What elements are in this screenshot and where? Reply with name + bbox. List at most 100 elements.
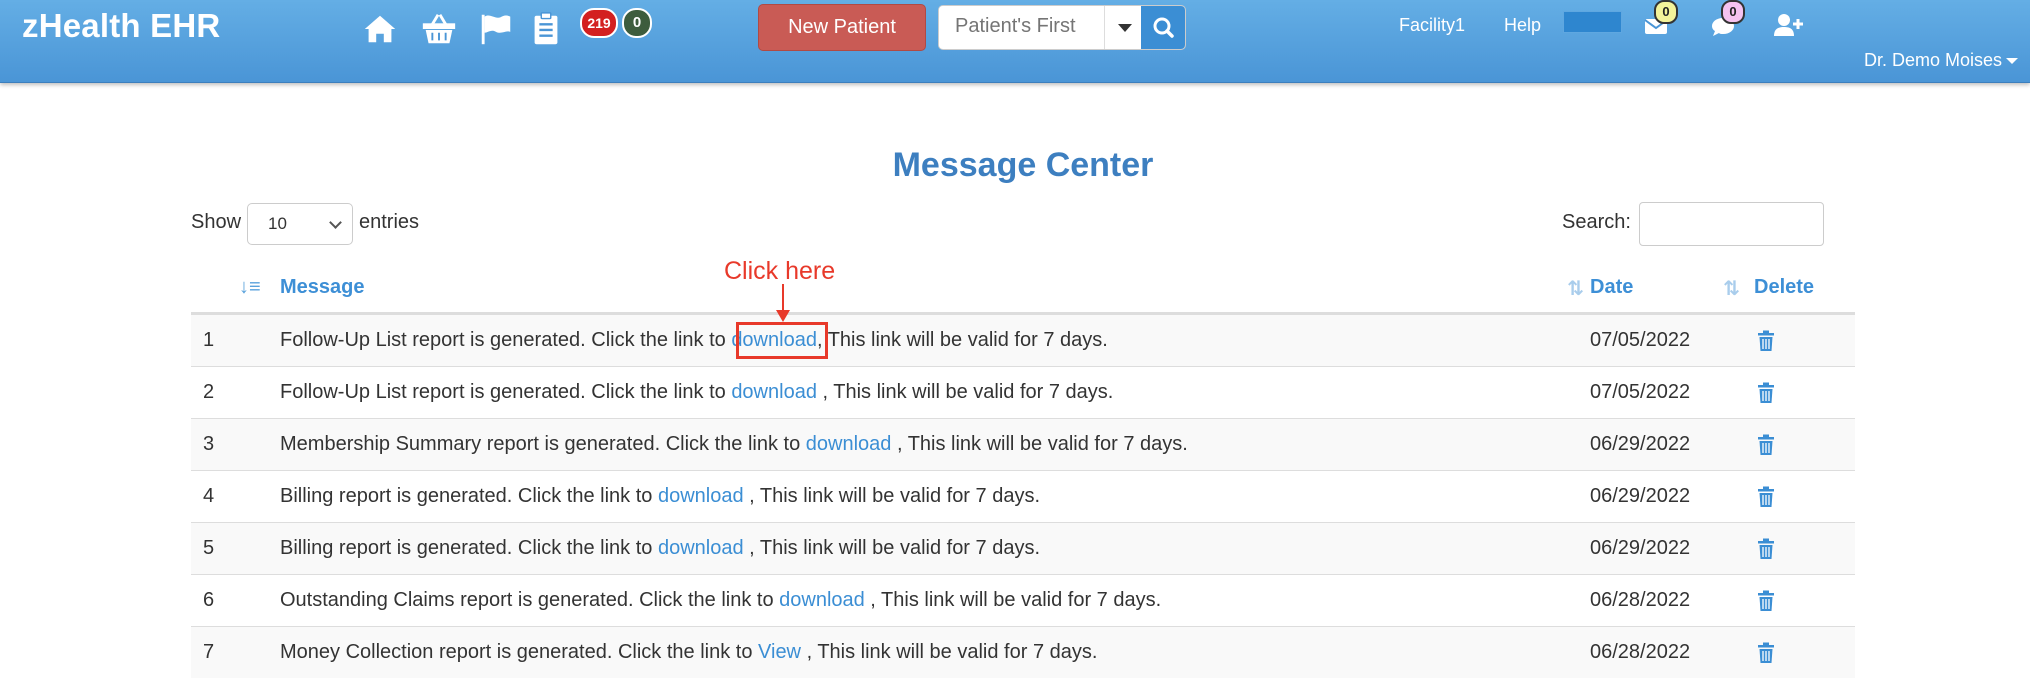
entries-label: entries (359, 211, 420, 233)
delete-cell (1754, 626, 1855, 678)
brand-logo[interactable]: zHealth EHR (22, 7, 220, 45)
patient-search-input[interactable] (939, 6, 1105, 47)
date-cell: 06/29/2022 (1590, 470, 1754, 523)
date-cell: 06/28/2022 (1590, 574, 1754, 627)
alerts-badge[interactable]: 219 (580, 8, 618, 38)
message-text-suffix: , This link will be valid for 7 days. (743, 485, 1041, 507)
column-header-delete: Delete (1754, 262, 1855, 315)
trash-icon[interactable] (1757, 642, 1775, 664)
entries-per-page-select[interactable]: 10 (247, 203, 353, 245)
date-cell: 06/29/2022 (1590, 522, 1754, 575)
delete-cell (1754, 418, 1855, 471)
show-label: Show (191, 211, 242, 233)
table-search-label: Search: (1562, 211, 1631, 233)
message-link[interactable]: download (806, 433, 892, 455)
notifications-badge[interactable]: 0 (622, 8, 652, 38)
search-icon (1153, 17, 1174, 38)
annotation-highlight-box (736, 322, 828, 359)
row-number: 2 (191, 366, 280, 419)
message-cell: Membership Summary report is generated. … (280, 418, 1590, 471)
message-cell: Money Collection report is generated. Cl… (280, 626, 1590, 678)
message-text: Billing report is generated. Click the l… (280, 537, 658, 559)
basket-icon[interactable] (420, 10, 458, 48)
message-text: Follow-Up List report is generated. Clic… (280, 381, 732, 403)
user-menu[interactable]: Dr. Demo Moises (1864, 50, 2018, 71)
trash-icon[interactable] (1757, 434, 1775, 456)
trash-icon[interactable] (1757, 590, 1775, 612)
message-link[interactable]: download (731, 381, 817, 403)
message-link[interactable]: download (779, 589, 865, 611)
message-header-label: Message (280, 275, 365, 298)
row-number: 1 (191, 313, 280, 367)
message-link[interactable]: View (758, 641, 801, 663)
message-text-suffix: , This link will be valid for 7 days. (743, 537, 1041, 559)
trash-icon[interactable] (1757, 330, 1775, 352)
column-header-number[interactable]: ↓≡ (191, 262, 280, 315)
facility-link[interactable]: Facility1 (1399, 15, 1465, 36)
patient-search-group (938, 5, 1186, 50)
clipboard-icon[interactable] (527, 10, 565, 48)
message-text: Money Collection report is generated. Cl… (280, 641, 759, 663)
message-text: Membership Summary report is generated. … (280, 433, 806, 455)
message-cell: Follow-Up List report is generated. Clic… (280, 313, 1590, 367)
delete-cell (1754, 470, 1855, 523)
message-text: Follow-Up List report is generated. Clic… (280, 329, 732, 351)
message-text-suffix: , This link will be valid for 7 days. (816, 329, 1108, 351)
message-text-suffix: , This link will be valid for 7 days. (864, 589, 1162, 611)
row-number: 6 (191, 574, 280, 627)
delete-cell (1754, 366, 1855, 419)
table-search-input[interactable] (1639, 202, 1824, 246)
table-row: 6 Outstanding Claims report is generated.… (191, 574, 1855, 627)
table-row: 5 Billing report is generated. Click the … (191, 522, 1855, 575)
sort-ascending-icon: ↓≡ (239, 276, 261, 298)
message-text: Outstanding Claims report is generated. … (280, 589, 780, 611)
status-indicator[interactable] (1563, 11, 1622, 33)
date-header-label: Date (1590, 275, 1634, 298)
top-navbar: zHealth EHR 219 0 New Patient Facility1 … (0, 0, 2030, 83)
delete-cell (1754, 313, 1855, 367)
message-link[interactable]: download (658, 485, 744, 507)
home-icon[interactable] (361, 10, 399, 48)
annotation-label: Click here (724, 257, 836, 285)
table-header-row: ↓≡ Message ⇅ Date ⇅ Delete (191, 262, 1855, 315)
trash-icon[interactable] (1757, 538, 1775, 560)
search-type-dropdown[interactable] (1104, 6, 1143, 49)
message-text-suffix: , This link will be valid for 7 days. (801, 641, 1098, 663)
user-plus-icon[interactable] (1772, 10, 1804, 40)
row-number: 5 (191, 522, 280, 575)
message-cell: Follow-Up List report is generated. Clic… (280, 366, 1590, 419)
message-table: ↓≡ Message ⇅ Date ⇅ Delete 1 Follow-Up Li… (191, 262, 1855, 678)
message-text: Billing report is generated. Click the l… (280, 485, 658, 507)
delete-cell (1754, 522, 1855, 575)
delete-header-label: Delete (1754, 275, 1815, 298)
help-link[interactable]: Help (1504, 15, 1541, 36)
search-button[interactable] (1141, 6, 1185, 49)
date-cell: 07/05/2022 (1590, 313, 1754, 367)
date-cell: 07/05/2022 (1590, 366, 1754, 419)
column-header-message[interactable]: Message ⇅ (280, 262, 1590, 315)
column-header-date[interactable]: Date ⇅ (1590, 262, 1754, 315)
message-cell: Billing report is generated. Click the l… (280, 522, 1590, 575)
chat-count-badge: 0 (1721, 0, 1745, 24)
sort-icon: ⇅ (1567, 278, 1584, 300)
flag-icon[interactable] (477, 10, 515, 48)
trash-icon[interactable] (1757, 382, 1775, 404)
table-row: 2 Follow-Up List report is generated. Cli… (191, 366, 1855, 419)
sort-icon: ⇅ (1723, 278, 1740, 300)
table-row: 4 Billing report is generated. Click the … (191, 470, 1855, 523)
row-number: 3 (191, 418, 280, 471)
table-row: 1 Follow-Up List report is generated. Cli… (191, 313, 1855, 367)
trash-icon[interactable] (1757, 486, 1775, 508)
annotation-arrow-head (776, 310, 790, 322)
date-cell: 06/29/2022 (1590, 418, 1754, 471)
table-row: 7 Money Collection report is generated. C… (191, 626, 1855, 678)
table-row: 3 Membership Summary report is generated.… (191, 418, 1855, 471)
message-cell: Outstanding Claims report is generated. … (280, 574, 1590, 627)
message-link[interactable]: download (658, 537, 744, 559)
delete-cell (1754, 574, 1855, 627)
message-text-suffix: , This link will be valid for 7 days. (816, 381, 1114, 403)
row-number: 7 (191, 626, 280, 678)
page-title: Message Center (892, 146, 1154, 184)
date-cell: 06/28/2022 (1590, 626, 1754, 678)
new-patient-button[interactable]: New Patient (758, 4, 926, 51)
